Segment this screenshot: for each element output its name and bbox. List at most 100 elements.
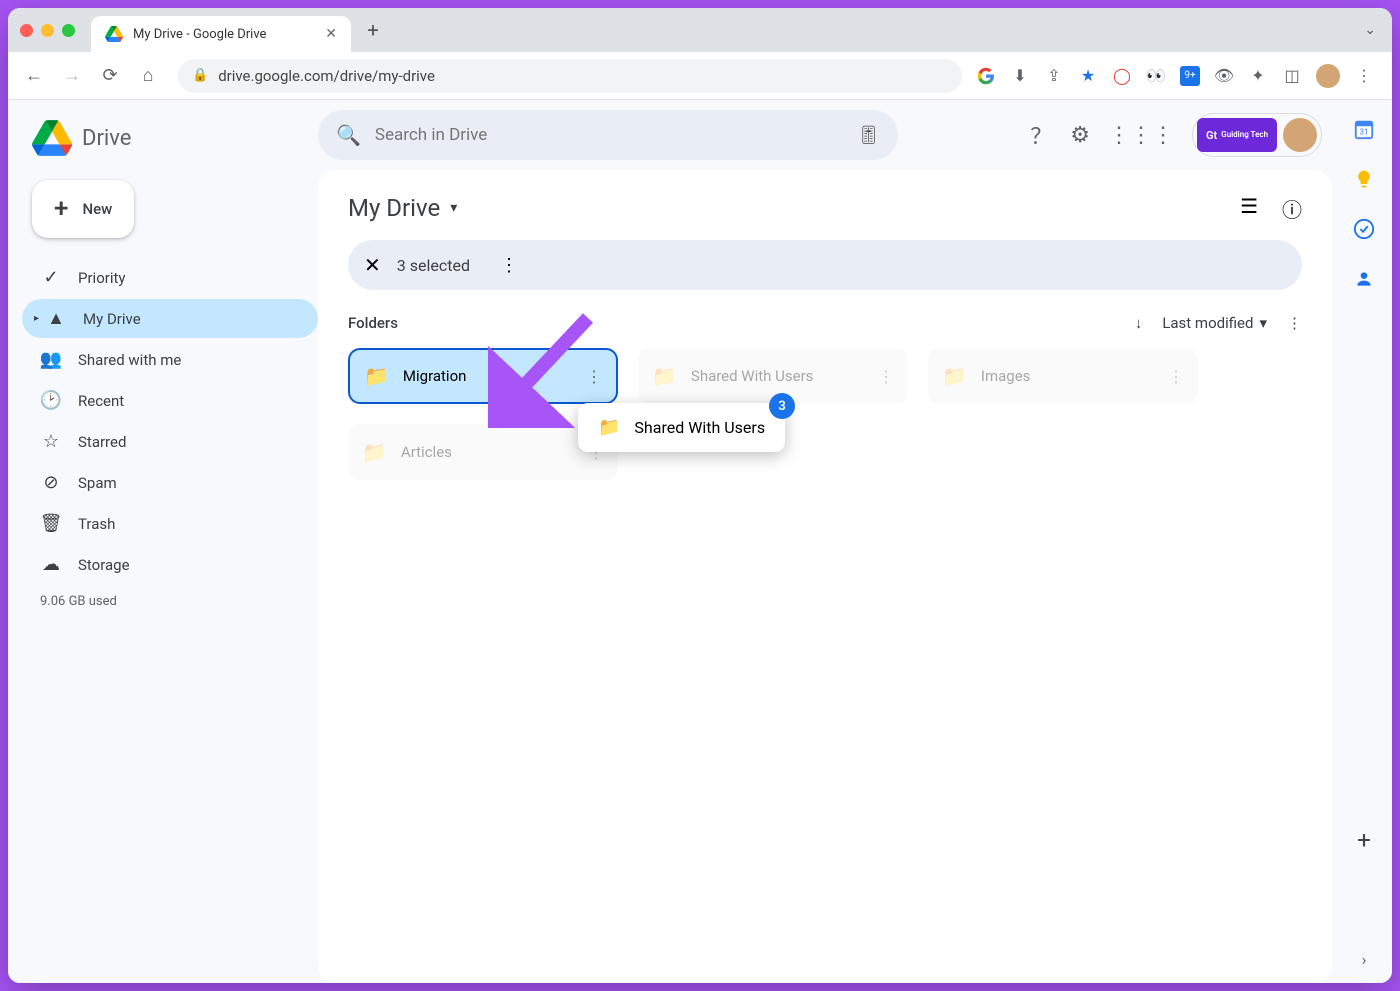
extension-3-icon[interactable]: 9+ — [1180, 66, 1200, 86]
close-window-button[interactable] — [20, 24, 33, 37]
sidebar-item-my-drive[interactable]: ▸ ▲ My Drive — [22, 299, 318, 338]
sidebar-item-label: My Drive — [83, 310, 141, 328]
info-icon[interactable]: ⓘ — [1282, 194, 1302, 223]
address-bar[interactable]: 🔒 drive.google.com/drive/my-drive — [178, 59, 962, 93]
priority-icon: ✓ — [40, 267, 62, 288]
more-options-icon[interactable]: ⋮ — [1287, 314, 1302, 332]
sidepanel-icon[interactable]: ◫ — [1282, 66, 1302, 86]
folder-name: Migration — [403, 367, 572, 385]
close-tab-icon[interactable]: ✕ — [325, 26, 337, 42]
search-icon: 🔍 — [336, 123, 361, 147]
folder-icon: 📁 — [364, 364, 389, 388]
browser-tab[interactable]: My Drive - Google Drive ✕ — [91, 16, 351, 52]
calendar-icon[interactable]: 31 — [1353, 118, 1375, 140]
folder-card-images[interactable]: 📁 Images ⋮ — [928, 348, 1198, 404]
trash-icon: 🗑 — [40, 513, 62, 534]
add-addon-icon[interactable]: + — [1357, 826, 1371, 854]
sidebar-item-trash[interactable]: 🗑 Trash — [22, 504, 318, 543]
sidebar-item-starred[interactable]: ☆ Starred — [22, 422, 318, 461]
keep-icon[interactable] — [1353, 168, 1375, 190]
clock-icon: 🕑 — [40, 390, 62, 411]
list-view-icon[interactable]: ☰ — [1240, 194, 1258, 223]
lock-icon: 🔒 — [192, 68, 208, 83]
folder-icon: 📁 — [652, 364, 677, 388]
right-side-panel: 31 + › — [1336, 100, 1392, 983]
new-button[interactable]: + New — [32, 180, 134, 238]
share-icon[interactable]: ⇪ — [1044, 66, 1064, 86]
folder-more-icon[interactable]: ⋮ — [586, 367, 602, 386]
folder-icon: 📁 — [598, 417, 620, 438]
bookmark-star-icon[interactable]: ★ — [1078, 66, 1098, 86]
svg-text:31: 31 — [1359, 128, 1368, 138]
people-icon: 👥 — [40, 349, 62, 370]
account-avatar — [1283, 118, 1317, 152]
extension-icons: ⬇ ⇪ ★ ◯ 👀 9+ 👁 ✦ ◫ ⋮ — [976, 64, 1374, 88]
tabs-dropdown-icon[interactable]: ⌄ — [1364, 22, 1376, 38]
clear-selection-icon[interactable]: ✕ — [364, 253, 381, 277]
maximize-window-button[interactable] — [62, 24, 75, 37]
extensions-menu-icon[interactable]: ✦ — [1248, 66, 1268, 86]
sidebar-item-storage[interactable]: ☁ Storage — [22, 545, 318, 584]
search-input[interactable] — [375, 125, 843, 145]
new-button-label: New — [82, 200, 112, 218]
chrome-menu-icon[interactable]: ⋮ — [1354, 66, 1374, 86]
folder-more-icon[interactable]: ⋮ — [1168, 367, 1184, 386]
selection-more-icon[interactable]: ⋮ — [500, 255, 518, 276]
expand-caret-icon[interactable]: ▸ — [34, 313, 39, 324]
breadcrumb-label: My Drive — [348, 194, 440, 222]
browser-window: My Drive - Google Drive ✕ + ⌄ ← → ⟳ ⌂ 🔒 … — [8, 8, 1392, 983]
folder-more-icon[interactable]: ⋮ — [878, 367, 894, 386]
search-bar[interactable]: 🔍 🎚 — [318, 110, 898, 160]
minimize-window-button[interactable] — [41, 24, 54, 37]
sort-by-button[interactable]: Last modified ▾ — [1162, 314, 1267, 332]
sidebar-item-shared[interactable]: 👥 Shared with me — [22, 340, 318, 379]
cloud-icon: ☁ — [40, 554, 62, 575]
top-icons: ？ ⚙ ⋮⋮⋮ GtGuiding Tech — [1030, 113, 1322, 157]
drive-brand[interactable]: Drive — [22, 110, 318, 174]
sidebar-item-label: Starred — [78, 433, 126, 451]
account-switcher[interactable]: GtGuiding Tech — [1192, 113, 1322, 157]
selection-bar: ✕ 3 selected ⋮ — [348, 240, 1302, 290]
top-bar: 🔍 🎚 ？ ⚙ ⋮⋮⋮ GtGuiding Tech — [318, 110, 1336, 170]
folder-grid: 📁 Migration ⋮ 📁 Shared With Users ⋮ 📁 Im… — [348, 348, 1302, 480]
sidebar-item-label: Spam — [78, 474, 117, 492]
back-button[interactable]: ← — [18, 60, 50, 92]
forward-button[interactable]: → — [56, 60, 88, 92]
home-button[interactable]: ⌂ — [132, 60, 164, 92]
content-area: My Drive ▾ ☰ ⓘ ✕ 3 selected ⋮ Folders ↓ — [318, 170, 1332, 983]
extension-1-icon[interactable]: ◯ — [1112, 66, 1132, 86]
extension-2-icon[interactable]: 👀 — [1146, 66, 1166, 86]
drive-favicon-icon — [105, 26, 123, 42]
drive-logo-icon — [32, 120, 72, 156]
collapse-panel-icon[interactable]: › — [1362, 950, 1367, 969]
settings-gear-icon[interactable]: ⚙ — [1070, 123, 1090, 148]
tasks-icon[interactable] — [1353, 218, 1375, 240]
folder-card-migration[interactable]: 📁 Migration ⋮ — [348, 348, 618, 404]
selection-count: 3 selected — [397, 256, 470, 275]
breadcrumb[interactable]: My Drive ▾ — [348, 194, 1302, 222]
profile-avatar[interactable] — [1316, 64, 1340, 88]
spam-icon: ⊘ — [40, 472, 62, 493]
drag-label: Shared With Users — [634, 418, 765, 437]
chevron-down-icon: ▾ — [450, 200, 457, 216]
drag-preview: 📁 Shared With Users 3 — [578, 403, 785, 452]
sidebar-item-label: Storage — [78, 556, 130, 574]
contacts-icon[interactable] — [1353, 268, 1375, 290]
sort-controls: ↓ Last modified ▾ ⋮ — [1135, 314, 1302, 332]
reload-button[interactable]: ⟳ — [94, 60, 126, 92]
apps-grid-icon[interactable]: ⋮⋮⋮ — [1108, 123, 1174, 148]
sidebar-item-priority[interactable]: ✓ Priority — [22, 258, 318, 297]
new-tab-button[interactable]: + — [359, 18, 387, 42]
download-icon[interactable]: ⬇ — [1010, 66, 1030, 86]
google-icon[interactable] — [976, 66, 996, 86]
sidebar-item-label: Recent — [78, 392, 124, 410]
extension-4-icon[interactable]: 👁 — [1214, 66, 1234, 86]
folder-name: Images — [981, 367, 1154, 385]
help-icon[interactable]: ？ — [1030, 119, 1052, 151]
sidebar-item-recent[interactable]: 🕑 Recent — [22, 381, 318, 420]
sort-direction-icon[interactable]: ↓ — [1135, 314, 1143, 332]
sidebar-item-spam[interactable]: ⊘ Spam — [22, 463, 318, 502]
brand-name: Drive — [82, 126, 131, 151]
search-options-icon[interactable]: 🎚 — [857, 125, 880, 146]
sidebar-item-label: Shared with me — [78, 351, 181, 369]
